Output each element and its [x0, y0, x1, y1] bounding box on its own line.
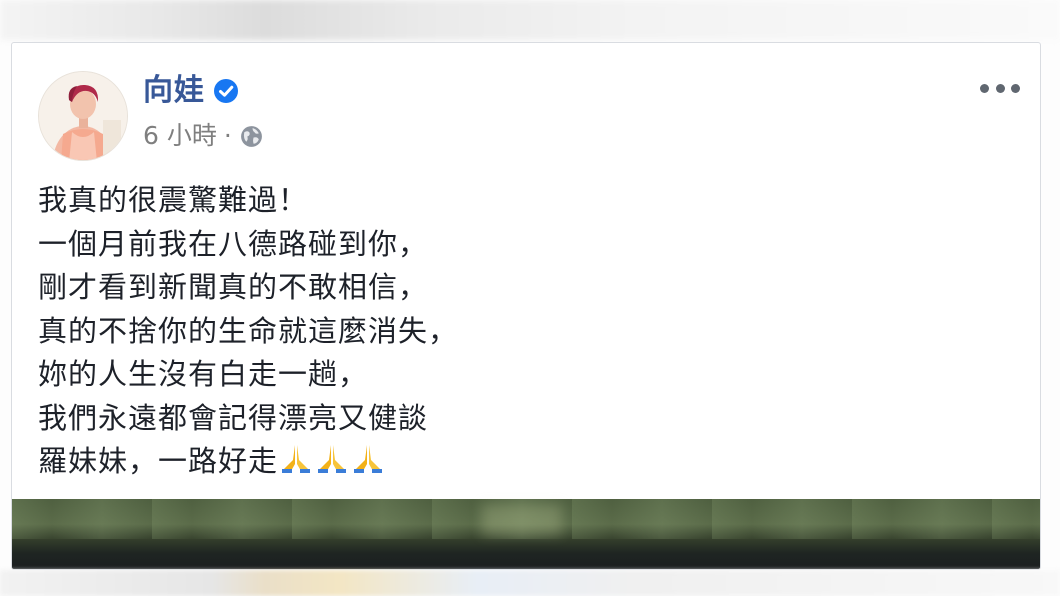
post-photo[interactable] [12, 499, 1040, 569]
blurred-top-edge [0, 0, 1060, 40]
post-line: 我們永遠都會記得漂亮又健談 [38, 400, 429, 435]
globe-icon[interactable] [239, 124, 264, 149]
more-dot [980, 83, 989, 93]
praying-hands-icon [354, 445, 383, 473]
post-body: 我真的很震驚難過！ 一個月前我在八德路碰到你， 剛才看到新聞真的不敢相信， 真的… [38, 179, 1018, 484]
facebook-post-card: 向娃 6 小時 · 我真的很震驚難過！ 一個月前我在八德路碰到你， 剛才看到新聞… [11, 42, 1041, 570]
blurred-bottom-edge [0, 570, 1060, 596]
avatar-photo [39, 72, 127, 160]
post-line: 剛才看到新聞真的不敢相信， [38, 270, 429, 304]
author-avatar[interactable] [38, 71, 128, 161]
verified-badge-icon [214, 79, 238, 103]
praying-hands-icon [318, 445, 347, 473]
post-header: 向娃 6 小時 · [12, 43, 1040, 163]
post-line: 真的不捨你的生命就這麼消失， [38, 313, 459, 348]
more-dot [1011, 83, 1020, 93]
photo-highlight [482, 505, 562, 535]
author-name[interactable]: 向娃 [143, 71, 205, 111]
praying-hands-icon [282, 445, 311, 473]
more-options-icon[interactable] [980, 78, 1020, 98]
praying-hands-emojis [278, 444, 386, 478]
more-dot [995, 83, 1005, 93]
post-line-last: 羅妹妹，一路好走 [38, 440, 1018, 484]
meta-separator: · [223, 121, 232, 150]
screenshot-stage: 向娃 6 小時 · 我真的很震驚難過！ 一個月前我在八德路碰到你， 剛才看到新聞… [0, 0, 1060, 596]
post-line-text: 羅妹妹，一路好走 [38, 444, 279, 478]
post-line: 我真的很震驚難過！ [38, 183, 309, 217]
post-timestamp[interactable]: 6 小時 [143, 119, 217, 153]
post-meta: 6 小時 · [143, 119, 264, 153]
post-line: 一個月前我在八德路碰到你， [38, 226, 429, 261]
author-row: 向娃 [143, 71, 239, 111]
post-line: 妳的人生沒有白走一趟， [38, 357, 369, 391]
